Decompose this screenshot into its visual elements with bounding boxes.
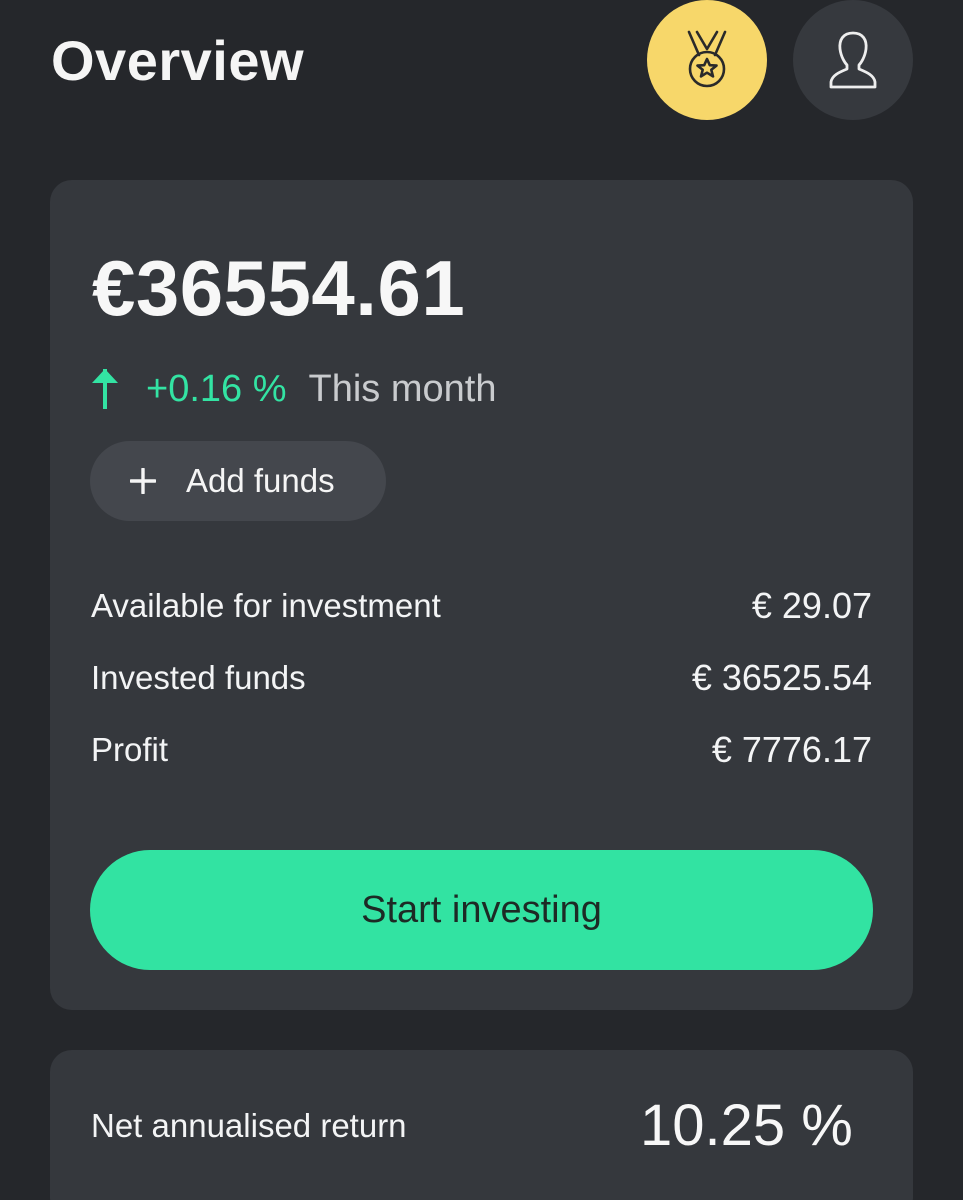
add-funds-label: Add funds [186, 462, 335, 499]
stat-available: Available for investment € 29.07 [91, 584, 872, 628]
add-funds-button[interactable]: Add funds [90, 441, 386, 521]
return-value: 10.25 % [640, 1093, 853, 1158]
stat-profit: Profit € 7776.17 [91, 728, 872, 772]
return-label: Net annualised return [91, 1107, 407, 1144]
rewards-button[interactable] [647, 0, 767, 120]
stat-value: € 36525.54 [691, 657, 872, 698]
plus-icon [130, 468, 156, 494]
change-period: This month [308, 367, 497, 410]
profile-button[interactable] [793, 0, 913, 120]
arrow-up-icon [92, 369, 118, 409]
stat-invested: Invested funds € 36525.54 [91, 656, 872, 700]
overview-page: Overview €36554.61 +0.16 % This month Ad… [0, 0, 963, 1200]
portfolio-balance: €36554.61 [92, 244, 466, 332]
start-investing-button[interactable]: Start investing [90, 850, 873, 970]
stat-label: Available for investment [91, 587, 441, 624]
stat-value: € 29.07 [751, 585, 872, 626]
stat-label: Invested funds [91, 659, 306, 696]
monthly-change: +0.16 % This month [90, 364, 496, 414]
stat-label: Profit [91, 731, 169, 768]
start-investing-label: Start investing [361, 888, 602, 931]
stat-value: € 7776.17 [711, 729, 872, 770]
user-profile-icon [829, 31, 877, 89]
change-percentage: +0.16 % [146, 367, 287, 410]
page-title: Overview [51, 29, 305, 92]
medal-star-icon [687, 30, 727, 88]
